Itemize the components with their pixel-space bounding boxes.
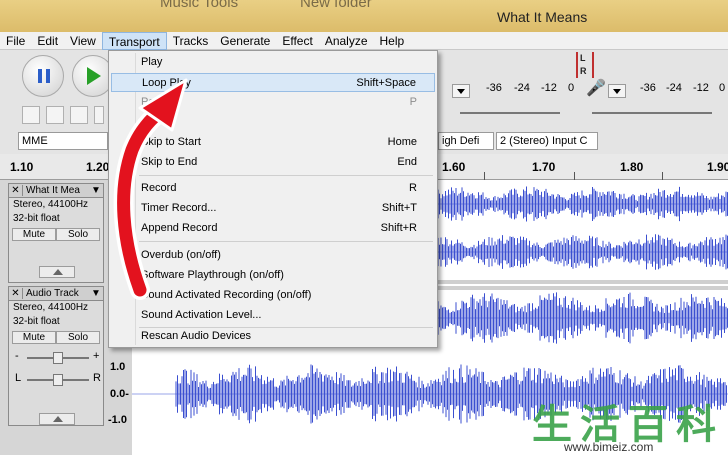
- watermark-url: www.bimeiz.com: [564, 440, 654, 454]
- annotation-arrow: [113, 78, 188, 300]
- watermark: 生活百科 www.bimeiz.com: [528, 392, 728, 455]
